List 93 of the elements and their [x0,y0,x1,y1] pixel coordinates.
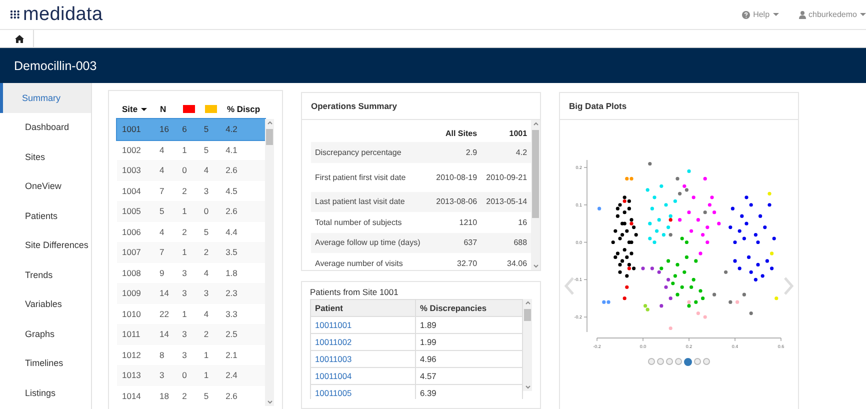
user-menu[interactable]: chburkedemo [798,10,866,19]
column-header: All Sites [444,128,478,138]
column-header: 1001 [508,128,528,138]
site-row[interactable]: 1002 4 1 5 4.1 [117,140,265,160]
home-icon [15,34,24,42]
table-cell-text: 16 [517,218,528,227]
row-label: Discrepancy percentage [314,148,402,157]
table-cell-text: 1210 [458,218,478,227]
table-cell-text: 34.06 [506,258,528,268]
sidebar-item[interactable]: Summary [0,83,91,112]
column-header[interactable]: N [160,104,166,114]
row-label: Last patient last visit date [314,197,406,206]
sidebar-item[interactable]: Patients [0,201,91,230]
sidebar-item[interactable]: Trends [0,260,91,290]
chevron-up-icon[interactable] [532,120,539,128]
carousel-dot[interactable] [648,358,655,365]
sidebar-item[interactable]: Sites [0,142,91,172]
column-header[interactable]: % Discp [227,104,260,114]
study-title: Democillin-003 [14,58,97,72]
patient-link[interactable]: 10011001 [315,320,352,330]
site-row[interactable]: 1005 5 1 0 2.6 [117,201,265,222]
patient-link[interactable]: 10011005 [315,388,352,398]
chevron-down-icon[interactable] [532,262,539,270]
scroll-thumb[interactable] [524,309,532,322]
carousel-dot[interactable] [703,358,710,365]
sidebar-item[interactable]: OneView [0,172,91,201]
chevron-right-icon[interactable] [784,277,794,295]
scrollbar[interactable] [531,120,540,270]
question-icon [742,10,750,18]
carousel-dot[interactable] [657,358,664,365]
carousel-dot[interactable] [694,358,701,365]
column-header: Patient [311,300,416,316]
patient-link[interactable]: 10011002 [315,337,352,348]
logo-dots-icon [10,10,20,19]
table-cell-text: 637 [462,238,478,248]
panel-title: Patients from Site 1001 [310,287,400,300]
table-cell-text: 1.99 [419,337,436,348]
column-header[interactable]: Site [122,104,138,114]
scroll-thumb[interactable] [532,130,540,218]
column-header: % Discrepancies [419,303,487,314]
sidebar-item[interactable]: Graphs [0,319,91,348]
table-cell-text: 2.9 [464,148,478,157]
table-cell-text: 2013-08-06 [435,197,478,206]
site-row[interactable]: 1009 14 3 3 2.3 [117,283,265,304]
site-row[interactable]: 1008 9 3 4 1.8 [117,262,265,283]
scrollbar[interactable] [523,299,532,392]
site-row[interactable]: 1001 16 6 5 4.2 [117,119,265,140]
scrollbar[interactable] [265,119,274,406]
panel-title: Big Data Plots [569,101,627,111]
site-row[interactable]: 1012 8 3 1 2.1 [117,344,265,365]
row-label: Average number of visits [314,258,404,268]
sidebar-item[interactable]: Timelines [0,348,91,378]
carousel-dot[interactable] [666,358,673,365]
site-row[interactable]: 1013 3 0 1 2.4 [117,365,265,386]
sidebar-item[interactable]: Variables [0,290,91,319]
site-row[interactable]: 1011 14 3 2 2.5 [117,324,265,344]
sidebar-item[interactable]: Site Differences [0,230,91,260]
table-cell-text: 1.89 [419,320,436,330]
caret-icon [772,13,779,16]
panel-title: Operations Summary [311,101,397,111]
help-menu[interactable]: Help [742,10,779,19]
row-label: Average follow up time (days) [314,238,422,248]
patient-link[interactable]: 10011004 [315,371,352,382]
carousel-dot[interactable] [684,358,692,366]
site-row[interactable]: 1003 4 0 4 2.6 [117,160,265,180]
site-row[interactable]: 1007 7 1 2 3.5 [117,242,265,262]
table-cell-text: 4.2 [514,148,528,157]
table-cell-text: 32.70 [456,258,478,268]
table-cell-text: 688 [512,238,528,248]
table-cell-text: 2010-09-21 [485,172,528,182]
table-cell-text: 6.39 [419,388,436,398]
logo-text: medidata [23,4,103,26]
row-label: First patient first visit date [314,172,407,182]
site-row[interactable]: 1004 7 2 3 4.5 [117,180,265,201]
chevron-left-icon[interactable] [564,277,574,295]
sidebar-item[interactable]: Listings [0,378,91,408]
sidebar-item[interactable]: Dashboard [0,112,91,142]
table-cell-text: 4.57 [419,371,436,382]
site-row[interactable]: 1010 22 1 4 3.3 [117,304,265,324]
chevron-up-icon[interactable] [266,119,272,127]
chevron-down-icon[interactable] [266,398,272,406]
site-row[interactable]: 1014 18 2 5 2.6 [117,386,265,406]
patient-link[interactable]: 10011003 [315,354,352,364]
row-label: Total number of subjects [314,218,403,227]
chevron-down-icon[interactable] [524,383,531,392]
table-cell-text: 2013-05-14 [485,197,528,206]
site-row[interactable]: 1006 4 2 5 4.4 [117,222,265,242]
scroll-thumb[interactable] [266,129,273,145]
carousel-dot[interactable] [675,358,682,365]
table-cell-text: 4.96 [419,354,436,364]
table-cell-text: 2010-08-19 [435,172,478,182]
user-icon [798,10,806,18]
caret-icon [860,13,866,16]
